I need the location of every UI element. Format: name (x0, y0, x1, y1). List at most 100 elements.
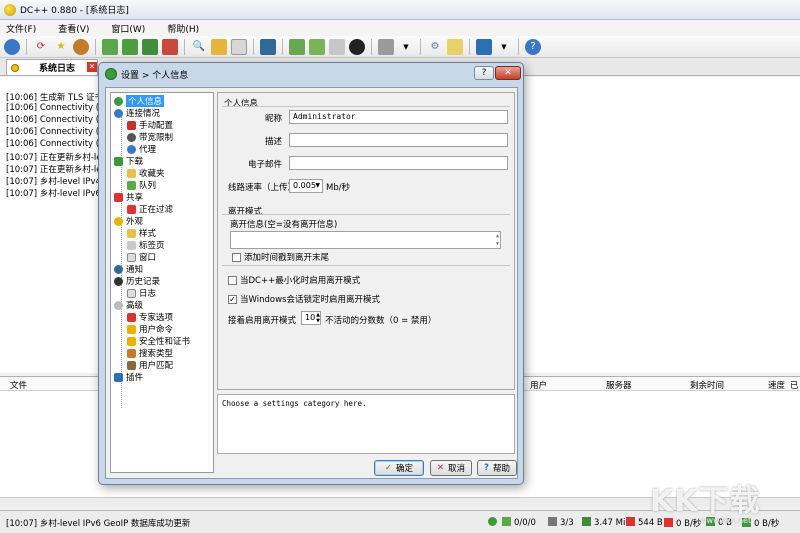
help-icon[interactable]: ? (525, 38, 541, 55)
network-stats-icon[interactable] (349, 38, 365, 55)
timestamp-checkbox[interactable]: 添加时间戳到离开末尾 (232, 251, 329, 263)
reconnect-icon[interactable]: ⟳ (33, 39, 49, 55)
toolbar-separator (184, 38, 185, 55)
tree-item-expert[interactable]: 专家选项 (127, 311, 173, 323)
favorite-hubs-icon[interactable]: ★ (53, 39, 69, 55)
watermark-url: www.kkx.net (700, 516, 752, 525)
tree-item-favorites[interactable]: 收藏夹 (127, 167, 165, 179)
notes-icon[interactable] (447, 38, 463, 55)
chevron-down-icon[interactable]: ▼ (398, 39, 414, 55)
tree-item-bandwidth[interactable]: 带宽限制 (127, 131, 173, 143)
search-spy-icon[interactable] (231, 38, 247, 55)
column-time-left[interactable]: 剩余时间 (690, 379, 724, 391)
column-speed[interactable]: 速度 (768, 379, 785, 391)
refresh-list-icon[interactable] (329, 38, 345, 55)
description-input[interactable] (289, 133, 508, 147)
menu-help[interactable]: 帮助(H) (167, 22, 199, 35)
column-hub[interactable]: 服务器 (606, 379, 632, 391)
tree-item-sharing[interactable]: 共享 (114, 191, 143, 203)
tree-item-search-types[interactable]: 搜索类型 (127, 347, 173, 359)
tab-label: 系统日志 (39, 64, 76, 74)
tree-item-personal[interactable]: 个人信息 (114, 95, 165, 107)
close-icon[interactable]: ✕ (87, 62, 97, 72)
checkbox-box (232, 252, 241, 262)
match-queue-icon[interactable] (309, 38, 325, 55)
search-icon[interactable]: 🔍 (191, 39, 207, 55)
tree-item-user-matching[interactable]: 用户匹配 (127, 359, 173, 371)
lock-away-checkbox[interactable]: ✓ 当Windows会话锁定时启用离开模式 (228, 293, 380, 305)
connection-icon (114, 108, 123, 118)
cancel-button[interactable]: ✕ 取消 (430, 460, 472, 476)
email-input[interactable] (289, 156, 508, 170)
status-download-rate: 0 B/秒 (754, 519, 780, 529)
finished-uploads-icon[interactable] (162, 38, 178, 55)
shared-size: 3.47 MiB (582, 517, 631, 528)
away-group-title: 离开模式 (228, 207, 263, 217)
finished-downloads-icon[interactable] (122, 38, 138, 55)
tree-item-logs[interactable]: 日志 (127, 287, 156, 299)
tree-item-styles[interactable]: 样式 (127, 227, 156, 239)
speed-select[interactable]: 0.005 ▼ (289, 179, 323, 193)
settings-category-tree[interactable]: 个人信息 连接情况 手动配置 带宽限制 代理 下载 收藏夹 队列 共享 正在过滤… (110, 92, 214, 473)
tree-item-manual-config[interactable]: 手动配置 (127, 119, 173, 131)
idle-minutes-input[interactable]: 10 ▲ ▼ (301, 311, 321, 325)
toolbar-separator (95, 38, 96, 55)
tree-item-windows[interactable]: 窗口 (127, 251, 156, 263)
tree-item-connection[interactable]: 连接情况 (114, 107, 160, 119)
queue-icon[interactable] (102, 38, 118, 55)
tree-item-plugins[interactable]: 插件 (114, 371, 143, 383)
upload-queue-icon[interactable] (142, 38, 158, 55)
settings-page-personal: 个人信息 昵称 Administrator 描述 电子邮件 线路速率（上传） 0… (217, 92, 515, 390)
tree-item-filtering[interactable]: 正在过滤 (127, 203, 173, 215)
tree-item-user-commands[interactable]: 用户命令 (127, 323, 173, 335)
dialog-titlebar[interactable]: 设置 > 个人信息 (99, 63, 523, 85)
open-file-list-icon[interactable] (260, 38, 276, 55)
own-file-list-icon[interactable] (289, 38, 305, 55)
public-hubs-icon[interactable] (4, 38, 20, 55)
idle-suffix-label: 不活动的分数数（0 = 禁用） (325, 316, 437, 326)
tree-item-history[interactable]: 历史记录 (114, 275, 160, 287)
minimize-away-checkbox[interactable]: 当DC++最小化时启用离开模式 (228, 274, 360, 286)
expert-icon (127, 312, 136, 322)
favorite-users-icon[interactable] (73, 38, 89, 55)
notification-icon (114, 264, 123, 274)
notepad-icon[interactable] (378, 38, 394, 55)
help-button[interactable]: ? 帮助 (477, 460, 517, 476)
arrow-up-icon (626, 517, 635, 526)
spin-arrows-icon: ▲ ▼ (316, 312, 320, 324)
dialog-close-button[interactable]: ✕ (495, 66, 521, 80)
tree-item-downloads[interactable]: 下载 (114, 155, 143, 167)
tree-item-security[interactable]: 安全性和证书 (127, 335, 190, 347)
user-commands-icon (127, 324, 136, 334)
tree-item-advanced[interactable]: 高级 (114, 299, 143, 311)
dialog-body: 个人信息 连接情况 手动配置 带宽限制 代理 下载 收藏夹 队列 共享 正在过滤… (105, 87, 518, 479)
tree-item-appearance[interactable]: 外观 (114, 215, 143, 227)
slot-counts: 0/0/0 (502, 517, 536, 528)
menu-window[interactable]: 窗口(W) (111, 22, 145, 35)
tree-item-tabs[interactable]: 标签页 (127, 239, 165, 251)
arrow-up-icon (114, 192, 123, 202)
upload-slots: 3/3 (548, 517, 574, 528)
plugins-icon[interactable] (476, 38, 492, 55)
tree-item-queue[interactable]: 队列 (127, 179, 156, 191)
chevron-down-icon[interactable]: ▼ (496, 39, 512, 55)
category-description: Choose a settings category here. (217, 394, 515, 454)
ok-button[interactable]: ✓ 确定 (374, 460, 424, 476)
nick-input[interactable]: Administrator (289, 110, 508, 124)
proxy-icon (127, 144, 136, 154)
arrow-down-icon (114, 156, 123, 166)
tree-item-notifications[interactable]: 通知 (114, 263, 143, 275)
column-user[interactable]: 用户 (530, 379, 547, 391)
main-toolbar: ⟳ ★ 🔍 ▼ ⚙ ▼ ? (0, 36, 800, 58)
menu-file[interactable]: 文件(F) (6, 22, 36, 35)
away-message-input[interactable]: ▲ ▼ (230, 231, 501, 249)
column-file[interactable]: 文件 (10, 379, 27, 391)
settings-gear-icon[interactable]: ⚙ (427, 39, 443, 55)
tab-system-log[interactable]: 系统日志 (6, 59, 98, 75)
user-status-icon (488, 517, 500, 528)
adl-search-icon[interactable] (211, 38, 227, 55)
dialog-help-button[interactable]: ? (474, 66, 494, 80)
tree-item-proxy[interactable]: 代理 (127, 143, 156, 155)
menu-view[interactable]: 查看(V) (58, 22, 89, 35)
personal-group-title: 个人信息 (224, 99, 259, 109)
